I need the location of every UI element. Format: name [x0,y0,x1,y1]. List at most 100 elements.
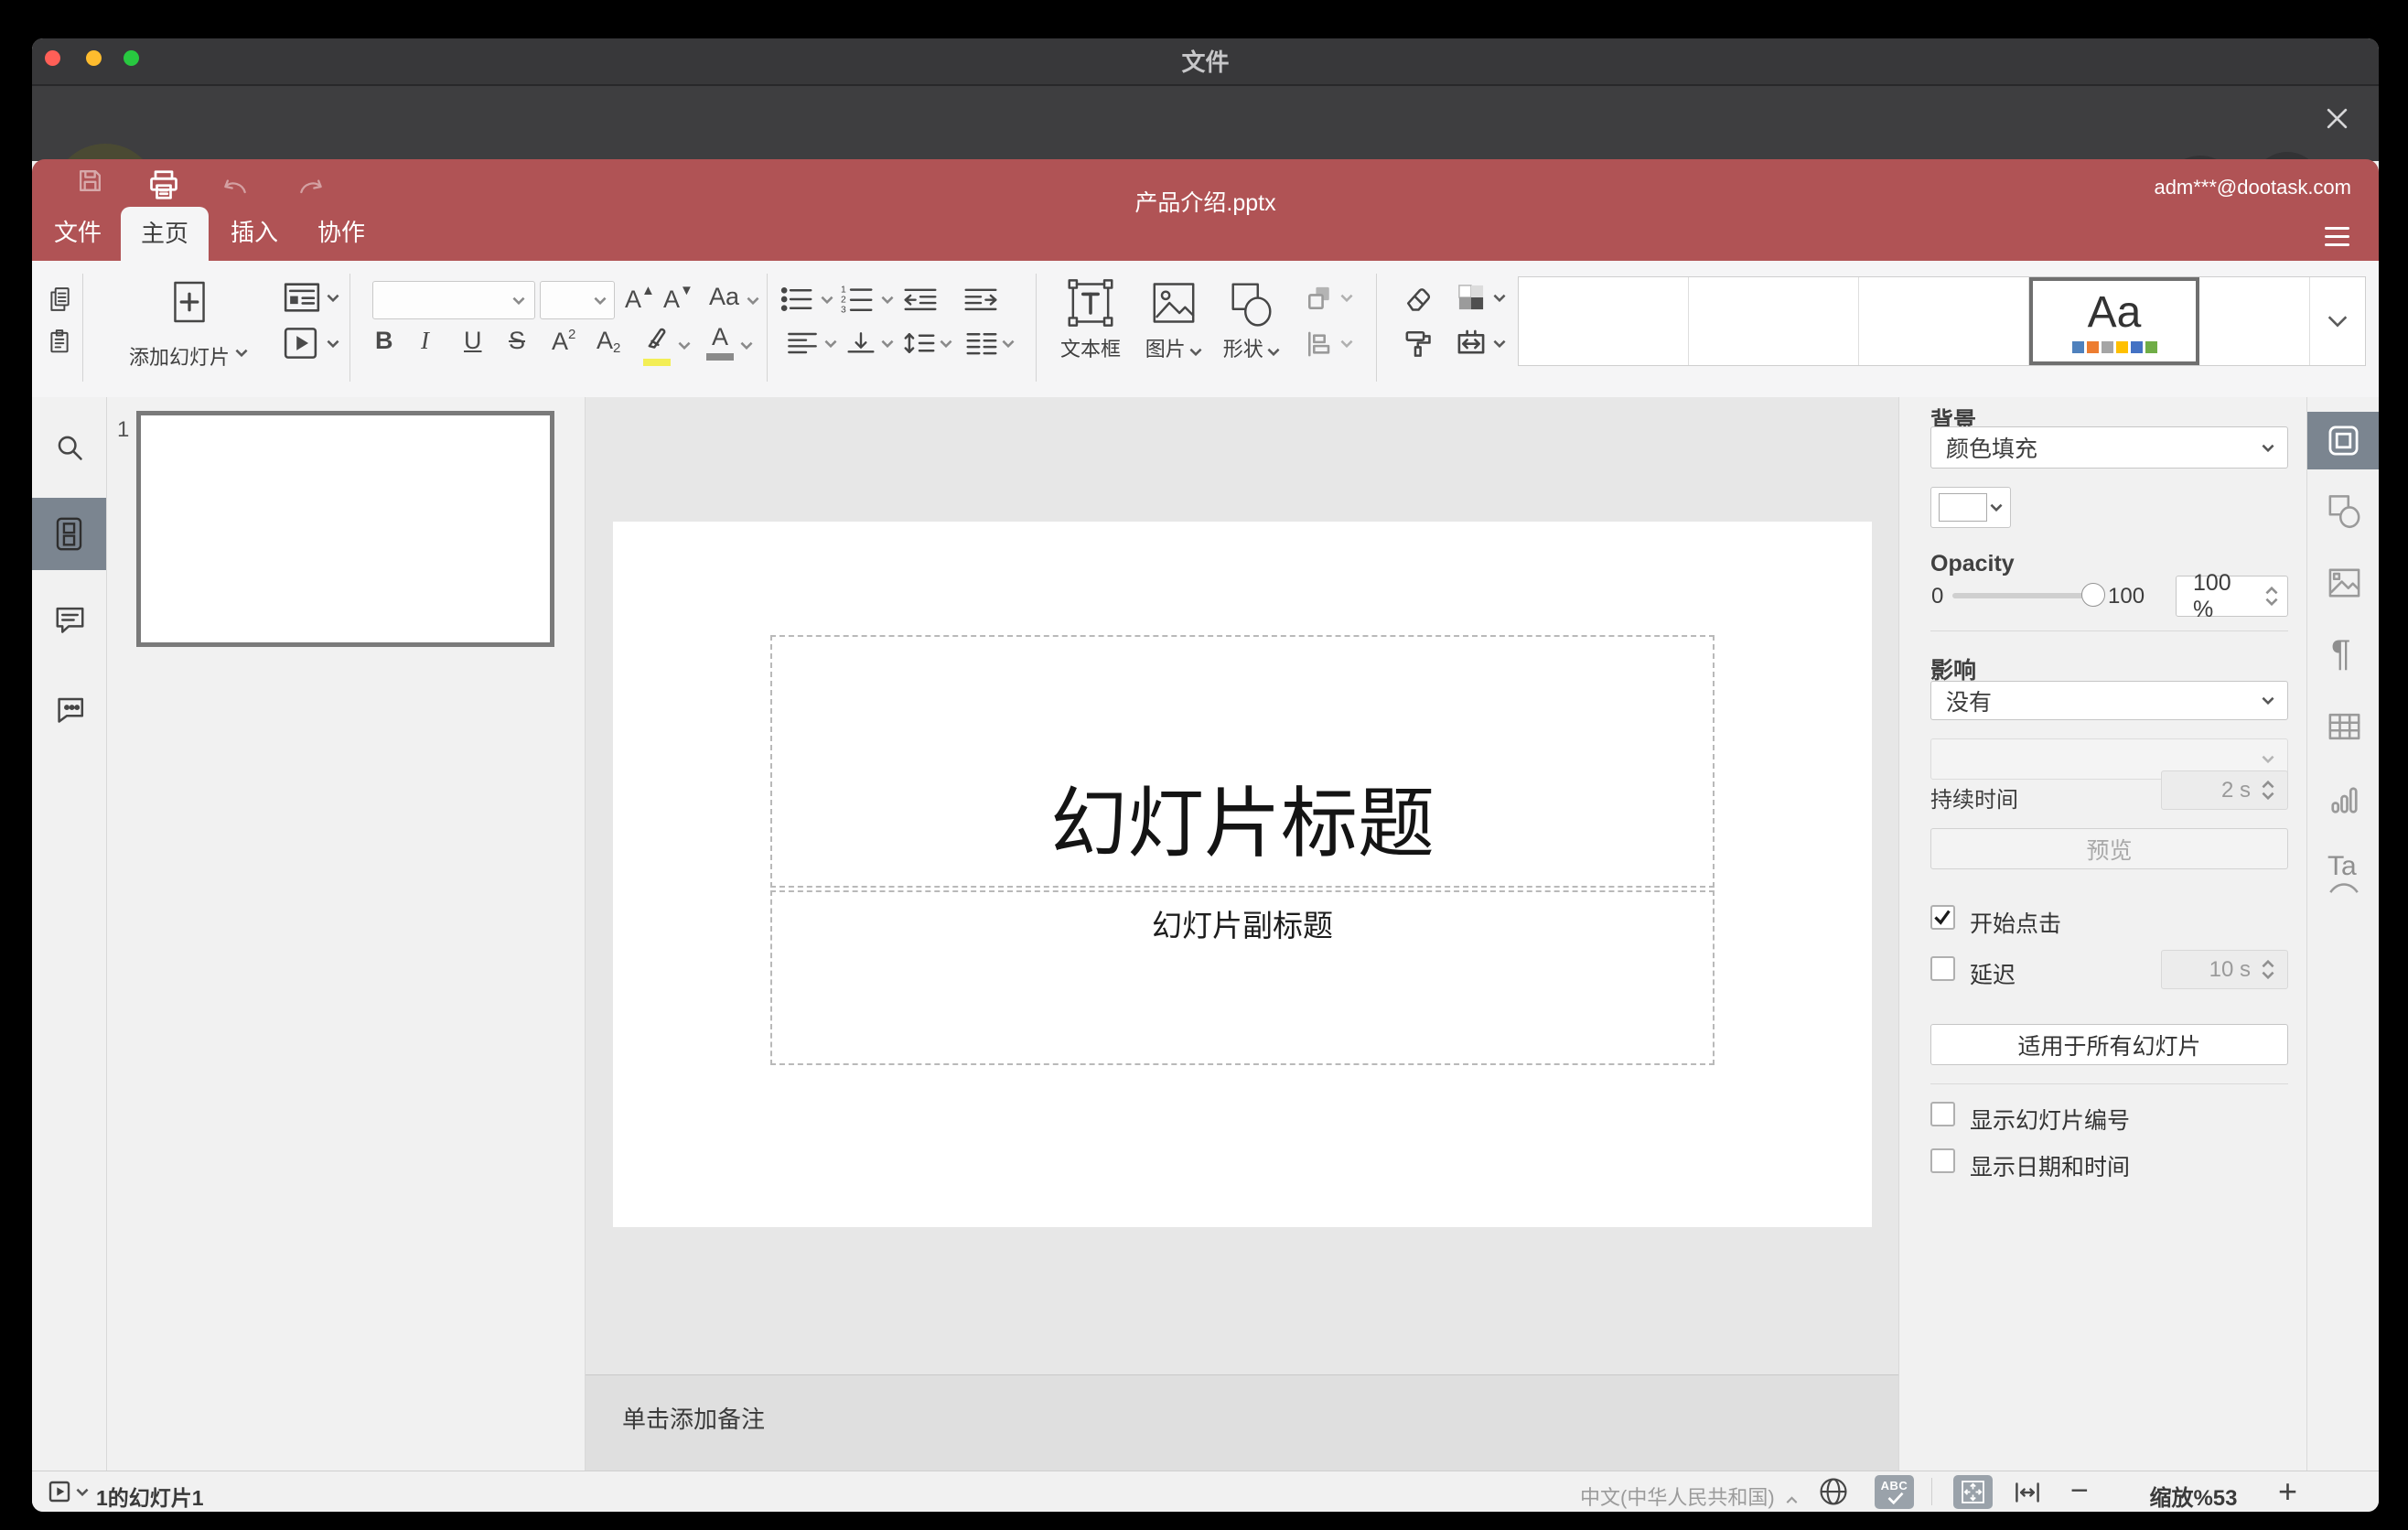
show-date-time-checkbox[interactable] [1930,1148,1955,1173]
vertical-align-icon[interactable] [846,330,876,356]
slide-layout-button[interactable] [279,279,343,318]
spinner-arrows-icon[interactable] [2262,960,2274,979]
fill-color-icon[interactable] [1457,283,1486,312]
slide-thumbnail[interactable] [136,411,554,647]
copy-icon[interactable] [48,286,71,312]
chevron-down-icon[interactable] [76,1488,89,1496]
font-name-select[interactable] [372,281,535,319]
subscript-button[interactable]: A2 [597,327,620,356]
highlight-color-button[interactable] [643,325,671,366]
tab-file[interactable]: 文件 [54,214,102,251]
align-text-icon[interactable] [788,330,817,356]
underline-button[interactable]: U [464,327,482,355]
insert-shape-button[interactable]: 形状 [1210,275,1293,387]
change-case-button[interactable]: Aa [709,283,759,311]
increase-font-button[interactable]: A▲ [625,283,655,314]
image-settings-icon[interactable] [2327,567,2361,598]
zoom-out-button[interactable]: − [2070,1473,2089,1509]
theme-item-selected[interactable]: Aa [2029,277,2199,365]
search-icon[interactable] [56,434,84,462]
numbered-list-icon[interactable]: 123 [841,285,874,314]
background-color-picker[interactable] [1930,487,2011,528]
theme-item[interactable] [2199,277,2310,365]
theme-item[interactable] [1859,277,2029,365]
font-color-button[interactable]: A [706,323,734,361]
chevron-down-icon[interactable] [1493,339,1506,348]
increase-indent-icon[interactable] [963,286,998,312]
tab-home[interactable]: 主页 [121,207,209,261]
superscript-button[interactable]: A2 [552,327,575,356]
paste-icon[interactable] [48,329,71,354]
insert-image-button[interactable]: 图片 [1133,275,1215,387]
start-slideshow-status-icon[interactable] [48,1481,70,1503]
notes-area[interactable]: 单击添加备注 [586,1374,1898,1471]
tab-collaboration[interactable]: 协作 [317,214,365,251]
bullet-list-icon[interactable] [780,286,813,312]
decrease-font-button[interactable]: A▼ [663,283,693,314]
start-on-click-checkbox[interactable] [1930,905,1955,930]
align-shapes-icon[interactable] [1306,330,1333,358]
subtitle-placeholder[interactable]: 幻灯片副标题 [770,890,1715,1065]
zoom-in-button[interactable]: + [2278,1472,2297,1511]
title-placeholder[interactable]: 幻灯片标题 [770,635,1715,888]
preview-button[interactable]: 预览 [1930,828,2288,869]
slide-size-icon[interactable] [1457,329,1486,358]
apply-to-all-slides-button[interactable]: 适用于所有幻灯片 [1930,1024,2288,1065]
decrease-indent-icon[interactable] [903,286,938,312]
fit-width-icon[interactable] [2014,1479,2041,1506]
delay-checkbox[interactable] [1930,956,1955,981]
effect-select[interactable]: 没有 [1930,681,2288,720]
delay-spinner[interactable]: 10 s [2161,950,2288,989]
slide-surface[interactable]: 幻灯片标题 幻灯片副标题 [613,522,1872,1227]
line-spacing-icon[interactable] [903,330,936,356]
arrange-shapes-icon[interactable] [1306,285,1333,312]
opacity-slider-track[interactable] [1952,593,2101,598]
comments-icon[interactable] [55,606,85,634]
chevron-down-icon[interactable] [940,339,952,348]
chevron-down-icon[interactable] [1340,339,1353,348]
add-slide-button[interactable]: 添加幻灯片 [124,275,256,387]
insert-textbox-button[interactable]: 文本框 [1045,275,1136,387]
close-icon[interactable] [2325,106,2349,131]
opacity-spinner[interactable]: 100 % [2176,570,2288,622]
fit-slide-toggle[interactable] [1953,1475,1993,1509]
italic-button[interactable]: I [421,327,429,355]
chevron-down-icon[interactable] [881,339,894,348]
start-slideshow-button[interactable] [279,325,343,363]
chevron-down-icon[interactable] [1002,339,1015,348]
columns-icon[interactable] [965,330,998,356]
chart-settings-icon[interactable] [2329,785,2360,815]
eraser-icon[interactable] [1404,285,1433,313]
bold-button[interactable]: B [375,327,393,355]
font-size-select[interactable] [540,281,615,319]
copy-style-icon[interactable] [1404,329,1433,357]
menu-icon[interactable] [2325,227,2349,252]
opacity-slider-thumb[interactable] [2081,583,2105,607]
theme-item[interactable] [1519,277,1689,365]
chevron-down-icon[interactable] [821,296,833,304]
shape-settings-icon[interactable] [2327,492,2361,529]
language-selector[interactable]: 中文(中华人民共和国) [1580,1482,1798,1511]
chat-icon[interactable] [54,694,86,724]
chevron-down-icon[interactable] [1493,294,1506,302]
spinner-arrows-icon[interactable] [2265,587,2278,606]
table-settings-icon[interactable] [2327,712,2361,741]
spellcheck-toggle[interactable]: ABC [1875,1475,1914,1509]
globe-icon[interactable] [1818,1476,1849,1507]
spinner-arrows-icon[interactable] [2262,781,2274,800]
show-slide-number-checkbox[interactable] [1930,1102,1955,1126]
theme-gallery-expand-button[interactable] [2310,277,2364,365]
chevron-down-icon[interactable] [678,341,691,350]
chevron-down-icon[interactable] [881,296,894,304]
tab-insert[interactable]: 插入 [231,214,278,251]
duration-spinner[interactable]: 2 s [2161,770,2288,810]
chevron-down-icon[interactable] [824,339,837,348]
theme-item[interactable] [1689,277,1859,365]
paragraph-settings-icon[interactable]: ¶ [2331,633,2350,674]
textart-settings-icon[interactable]: Ta [2327,851,2360,899]
background-fill-select[interactable]: 颜色填充 [1930,426,2288,469]
chevron-down-icon[interactable] [1340,294,1353,302]
sidebar-item-slide-settings[interactable] [2307,412,2379,469]
sidebar-item-slides[interactable] [32,498,106,570]
chevron-down-icon[interactable] [740,341,753,350]
